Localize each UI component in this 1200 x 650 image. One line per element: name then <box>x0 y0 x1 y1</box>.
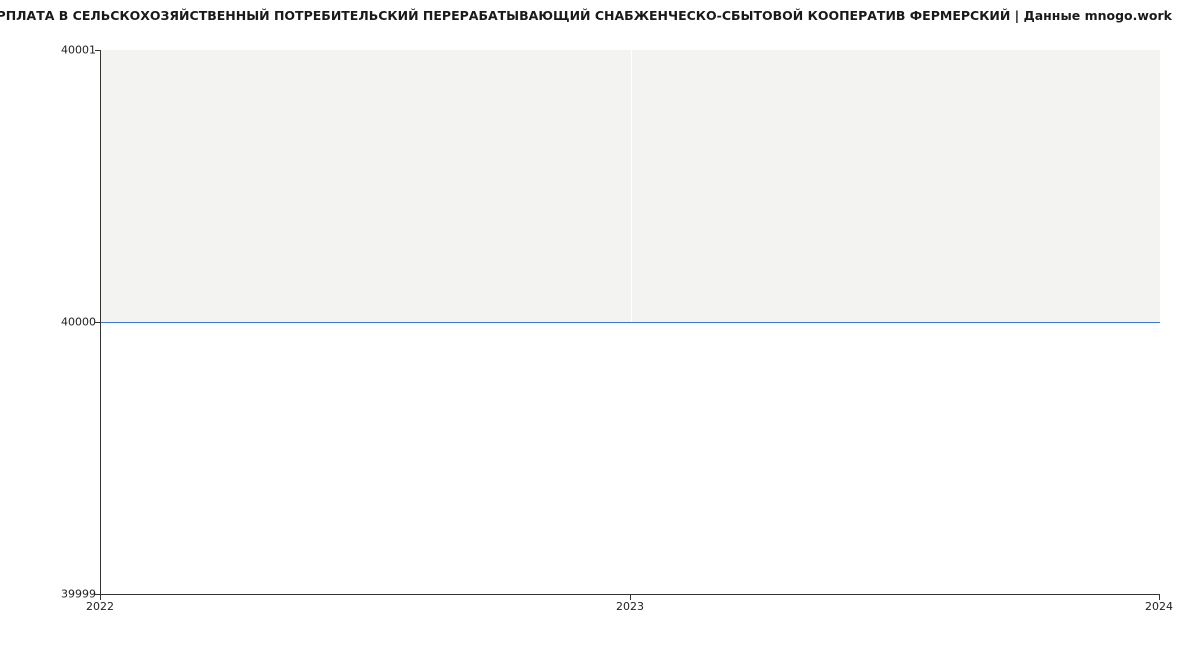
x-tick-label: 2023 <box>616 600 644 613</box>
y-tick-label: 40000 <box>61 316 96 329</box>
y-tick-label: 39999 <box>61 588 96 601</box>
plot-area <box>100 50 1160 595</box>
chart-title: ЗАРПЛАТА В СЕЛЬСКОХОЗЯЙСТВЕННЫЙ ПОТРЕБИТ… <box>0 8 1172 23</box>
x-tick-label: 2022 <box>86 600 114 613</box>
x-tick-label: 2024 <box>1145 600 1173 613</box>
chart-stage: ЗАРПЛАТА В СЕЛЬСКОХОЗЯЙСТВЕННЫЙ ПОТРЕБИТ… <box>0 0 1200 650</box>
y-tick-label: 40001 <box>61 44 96 57</box>
data-line <box>101 322 1160 323</box>
